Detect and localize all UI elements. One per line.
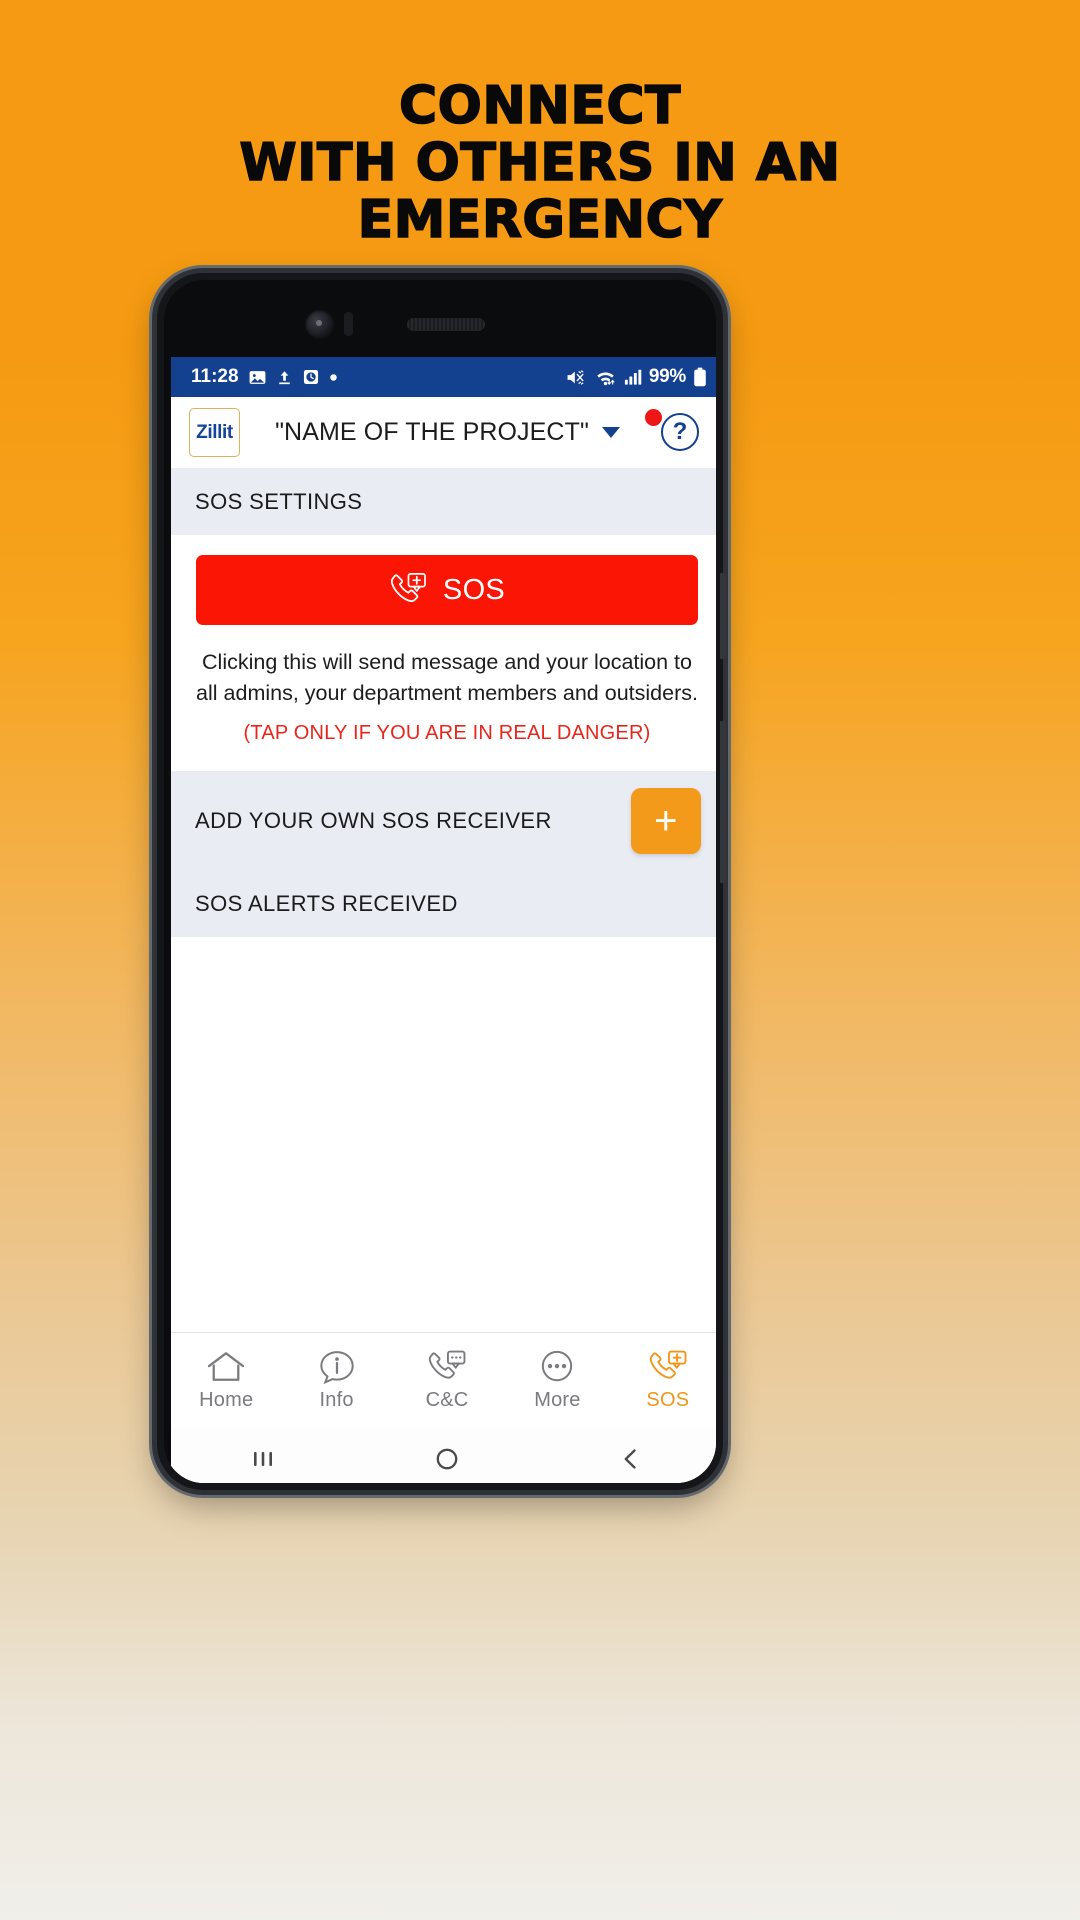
wifi-icon — [594, 368, 617, 387]
power-button — [720, 721, 726, 883]
chevron-down-icon[interactable] — [601, 427, 620, 438]
sos-warning: (TAP ONLY IF YOU ARE IN REAL DANGER) — [243, 722, 651, 745]
nav-item-info[interactable]: Info — [281, 1350, 391, 1412]
emergency-call-icon — [648, 1350, 688, 1384]
android-navigation-bar — [171, 1428, 716, 1483]
add-receiver-button[interactable]: + — [631, 788, 701, 855]
headline-line-3: EMERGENCY — [357, 190, 723, 251]
emergency-call-icon — [389, 573, 427, 607]
help-button[interactable]: ? — [645, 408, 701, 453]
sos-description: Clicking this will send message and your… — [196, 650, 698, 705]
dot-icon — [329, 373, 338, 382]
alarm-clock-icon — [302, 368, 320, 386]
info-bubble-icon — [318, 1350, 356, 1384]
section-header-sos-settings: SOS SETTINGS — [171, 469, 716, 535]
camera-lens-highlight — [316, 320, 322, 326]
sos-settings-label: SOS SETTINGS — [195, 489, 363, 514]
app-header: Zillit "NAME OF THE PROJECT" ? — [171, 397, 716, 469]
add-receiver-label: ADD YOUR OWN SOS RECEIVER — [195, 808, 552, 834]
nav-item-home[interactable]: Home — [171, 1350, 281, 1412]
plus-icon: + — [654, 799, 678, 844]
home-icon — [206, 1350, 246, 1384]
image-icon — [248, 368, 267, 387]
project-title: "NAME OF THE PROJECT" — [275, 418, 589, 446]
mute-icon — [565, 368, 587, 387]
nav-label-more: More — [534, 1388, 581, 1411]
headline-line-2: WITH OTHERS IN AN — [239, 133, 841, 194]
volume-button — [720, 573, 726, 659]
upload-icon — [276, 368, 293, 387]
nav-item-cc[interactable]: C&C — [392, 1350, 502, 1412]
call-chat-icon — [427, 1350, 467, 1384]
more-dots-icon — [539, 1350, 575, 1384]
promo-headline: CONNECT WITH OTHERS IN AN EMERGENCY — [0, 78, 1080, 249]
app-screen: 11:28 99% Zillit "NAME OF THE PROJECT" ?… — [171, 357, 716, 1483]
section-header-alerts-received: SOS ALERTS RECEIVED — [171, 871, 716, 938]
proximity-sensor-icon — [344, 312, 353, 336]
section-header-add-receiver: ADD YOUR OWN SOS RECEIVER + — [171, 771, 716, 872]
battery-percent-label: 99% — [648, 366, 686, 387]
back-chevron-icon[interactable] — [617, 1445, 645, 1473]
app-logo-text: Zillit — [196, 421, 233, 443]
phone-screen-bezel: 11:28 99% Zillit "NAME OF THE PROJECT" ?… — [164, 280, 716, 1483]
nav-label-info: Info — [319, 1388, 354, 1411]
earpiece-speaker — [407, 318, 485, 331]
sos-panel: SOS Clicking this will send message and … — [171, 535, 716, 772]
bottom-navigation: Home Info C&C More SOS — [171, 1332, 716, 1428]
status-bar-time: 11:28 — [191, 366, 239, 387]
help-icon: ? — [661, 412, 699, 451]
sos-button-label: SOS — [442, 573, 506, 606]
nav-label-sos: SOS — [646, 1388, 690, 1411]
nav-label-home: Home — [199, 1388, 254, 1411]
home-circle-icon[interactable] — [433, 1445, 461, 1473]
phone-mockup: 11:28 99% Zillit "NAME OF THE PROJECT" ?… — [157, 273, 726, 1490]
project-selector[interactable]: "NAME OF THE PROJECT" — [234, 418, 661, 447]
status-bar: 11:28 99% — [171, 357, 716, 397]
nav-item-sos[interactable]: SOS — [613, 1350, 716, 1412]
alerts-list-empty — [171, 937, 716, 1332]
recents-icon[interactable] — [249, 1445, 277, 1473]
nav-label-cc: C&C — [425, 1388, 469, 1411]
app-logo[interactable]: Zillit — [189, 408, 240, 457]
alerts-received-label: SOS ALERTS RECEIVED — [195, 891, 458, 917]
nav-item-more[interactable]: More — [502, 1350, 612, 1412]
headline-line-1: CONNECT — [398, 76, 682, 136]
notification-badge — [645, 408, 662, 426]
sos-button[interactable]: SOS — [196, 555, 698, 625]
signal-bars-icon — [624, 368, 642, 386]
battery-full-icon — [693, 367, 707, 387]
